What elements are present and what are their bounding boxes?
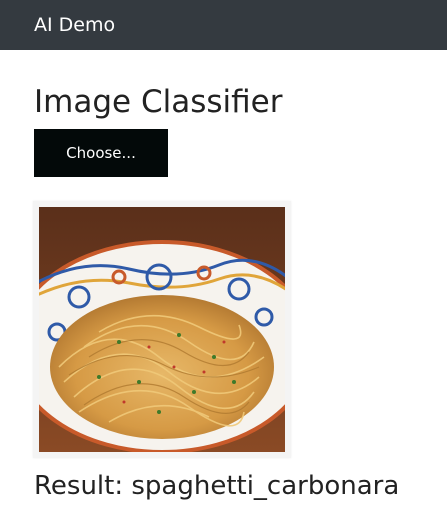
page-title: Image Classifier — [34, 84, 283, 120]
navbar-brand[interactable]: AI Demo — [34, 14, 115, 36]
result-text: Result: spaghetti_carbonara — [34, 471, 400, 501]
image-preview — [33, 201, 291, 458]
choose-file-button[interactable]: Choose... — [34, 129, 168, 177]
navbar: AI Demo — [0, 0, 447, 50]
spaghetti-photo — [39, 207, 285, 452]
